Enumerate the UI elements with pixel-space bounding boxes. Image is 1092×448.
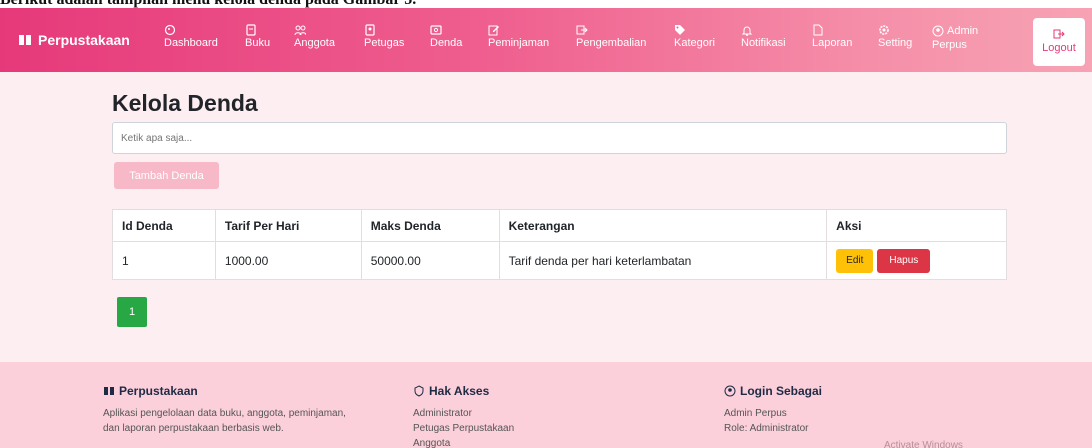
footer-access: Hak Akses Administrator Petugas Perpusta… — [413, 384, 514, 448]
main-content: Kelola Denda Tambah Denda Id Denda Tarif… — [0, 72, 1092, 362]
footer-about-text1: Aplikasi pengelolaan data buku, anggota,… — [103, 408, 346, 419]
top-navbar: Perpustakaan Dashboard Buku Anggota Petu… — [0, 8, 1092, 72]
document-caption-fragment: Berikut adalah tampilan menu kelola dend… — [0, 0, 1092, 8]
person-circle-icon — [724, 385, 736, 397]
pencil-square-icon — [488, 24, 500, 36]
table-header-row: Id Denda Tarif Per Hari Maks Denda Keter… — [112, 209, 1007, 242]
cell-aksi: Edit Hapus — [826, 241, 1007, 280]
nav-label: Denda — [430, 37, 463, 49]
pagination-page-1[interactable]: 1 — [117, 297, 147, 327]
footer-access-item: Petugas Perpustakaan — [413, 423, 515, 434]
admin-line1: Admin — [947, 25, 979, 37]
book-icon — [245, 24, 257, 36]
nav-label: Kategori — [674, 37, 715, 49]
column-header: Maks Denda — [360, 209, 500, 242]
footer-about-text2: dan laporan perpustakaan berbasis web. — [103, 423, 284, 434]
cell-tarif: 1000.00 — [214, 241, 362, 280]
nav-notifikasi[interactable]: Notifikasi — [741, 24, 786, 50]
people-icon — [294, 24, 306, 36]
book-open-icon — [104, 387, 114, 395]
activate-windows-watermark: Activate Windows — [884, 440, 963, 448]
brand-label: Perpustakaan — [38, 32, 130, 48]
person-circle-icon — [932, 25, 944, 37]
book-open-icon — [19, 35, 31, 45]
search-input[interactable] — [112, 122, 1007, 154]
nav-label: Notifikasi — [741, 37, 786, 49]
delete-button[interactable]: Hapus — [877, 248, 931, 273]
footer-login: Login Sebagai Admin Perpus Role: Adminis… — [724, 384, 822, 436]
cell-keterangan: Tarif denda per hari keterlambatan — [498, 241, 828, 280]
nav-petugas[interactable]: Petugas — [364, 24, 404, 50]
shield-icon — [414, 385, 424, 397]
nav-peminjaman[interactable]: Peminjaman — [488, 24, 549, 50]
box-arrow-right-icon — [576, 24, 588, 36]
column-header: Id Denda — [112, 209, 216, 242]
logout-label: Logout — [1042, 42, 1076, 54]
nav-label: Setting — [878, 37, 913, 49]
column-header: Tarif Per Hari — [214, 209, 362, 242]
nav-dashboard[interactable]: Dashboard — [164, 24, 218, 50]
edit-button[interactable]: Edit — [836, 248, 874, 273]
nav-label: Buku — [245, 37, 271, 49]
nav-pengembalian[interactable]: Pengembalian — [576, 24, 646, 50]
footer-access-item: Anggota — [413, 438, 451, 448]
page-title: Kelola Denda — [112, 90, 258, 116]
nav-label: Anggota — [294, 37, 335, 49]
cell-maks: 50000.00 — [360, 241, 500, 280]
footer-access-item: Administrator — [413, 408, 472, 419]
table-row: 1 1000.00 50000.00 Tarif denda per hari … — [112, 241, 1007, 280]
palette-icon — [164, 24, 176, 36]
brand-link[interactable]: Perpustakaan — [18, 32, 130, 48]
nav-label: Laporan — [812, 37, 853, 49]
logout-button[interactable]: Logout — [1033, 18, 1085, 66]
footer-about-title: Perpustakaan — [119, 384, 198, 398]
cash-icon — [430, 24, 442, 36]
box-arrow-right-icon — [1053, 28, 1065, 40]
column-header: Keterangan — [498, 209, 828, 242]
nav-label: Peminjaman — [488, 37, 550, 49]
person-badge-icon — [364, 24, 376, 36]
footer-login-title: Login Sebagai — [740, 384, 823, 398]
nav-anggota[interactable]: Anggota — [294, 24, 335, 50]
nav-admin-user[interactable]: Admin Perpus — [932, 24, 978, 52]
footer-login-role: Role: Administrator — [724, 423, 809, 434]
nav-denda[interactable]: Denda — [430, 24, 462, 50]
footer-login-user: Admin Perpus — [724, 408, 787, 419]
nav-kategori[interactable]: Kategori — [674, 24, 715, 50]
nav-label: Petugas — [364, 37, 405, 49]
nav-laporan[interactable]: Laporan — [812, 24, 852, 50]
column-header: Aksi — [826, 209, 1007, 242]
footer: Perpustakaan Aplikasi pengelolaan data b… — [0, 362, 1092, 448]
bell-icon — [741, 24, 753, 36]
admin-line2: Perpus — [932, 39, 967, 51]
footer-access-title: Hak Akses — [429, 384, 490, 398]
denda-table: Id Denda Tarif Per Hari Maks Denda Keter… — [112, 209, 1007, 280]
gear-icon — [878, 24, 890, 36]
nav-setting[interactable]: Setting — [878, 24, 912, 50]
nav-buku[interactable]: Buku — [245, 24, 270, 50]
cell-id: 1 — [112, 241, 216, 280]
tag-icon — [674, 24, 686, 36]
nav-label: Dashboard — [164, 37, 218, 49]
footer-about: Perpustakaan Aplikasi pengelolaan data b… — [103, 384, 346, 436]
add-denda-button[interactable]: Tambah Denda — [114, 162, 219, 189]
file-icon — [812, 24, 824, 36]
nav-label: Pengembalian — [576, 37, 647, 49]
